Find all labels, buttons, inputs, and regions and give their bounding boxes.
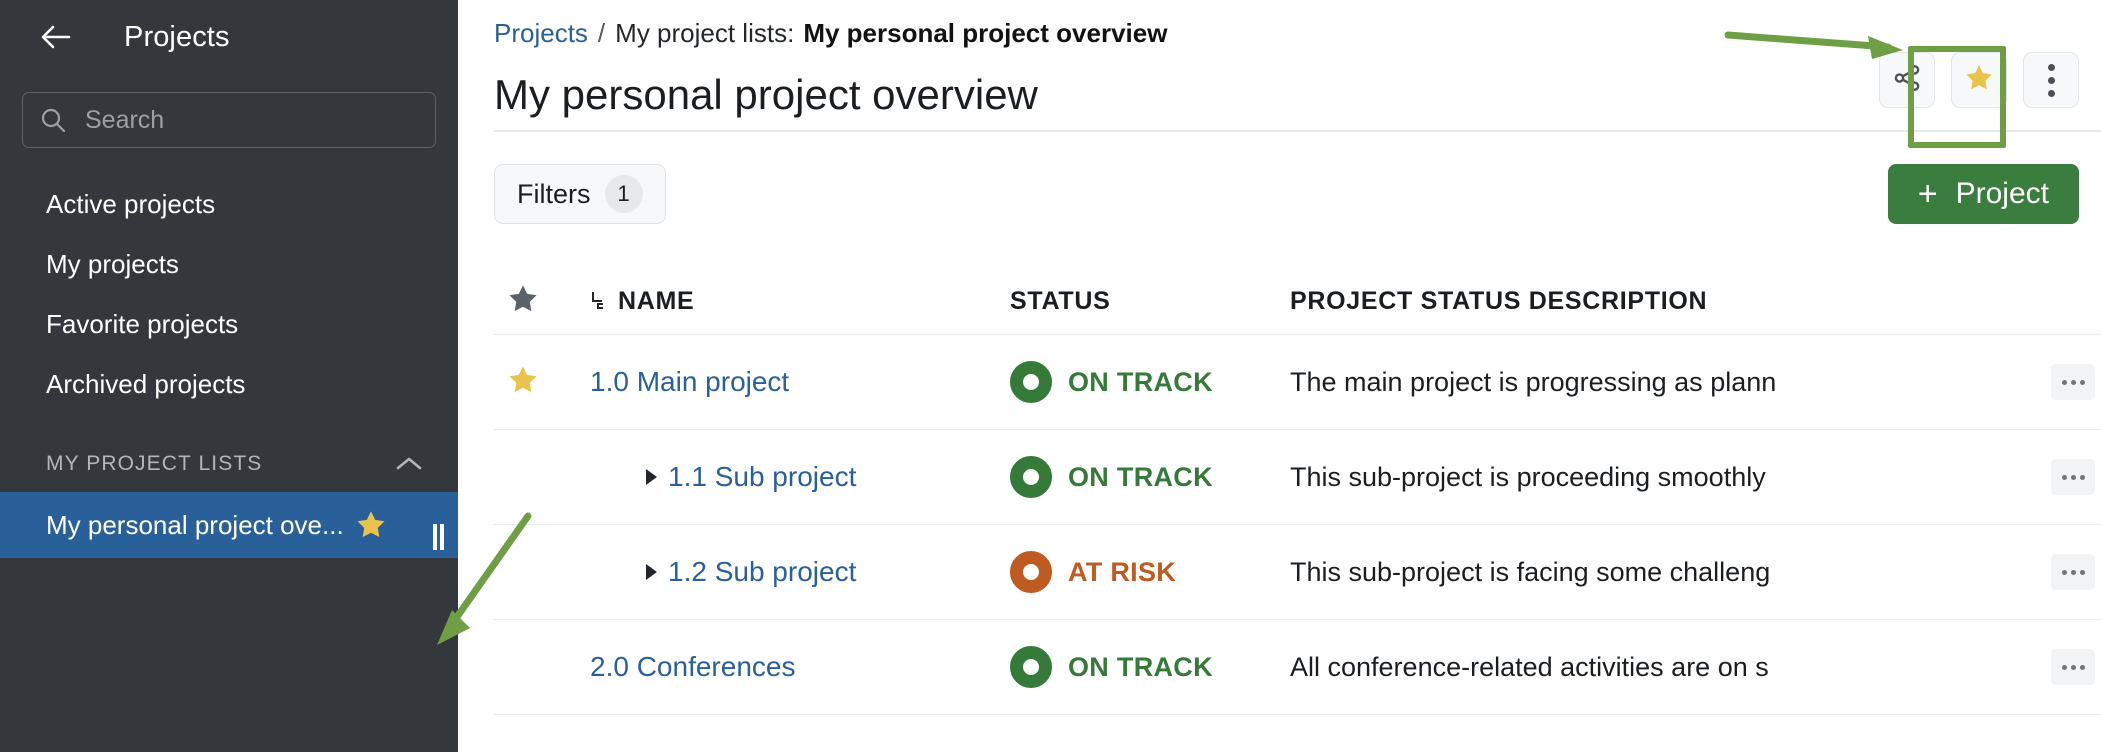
row-status-cell: ON TRACK	[1010, 646, 1290, 688]
row-description-cell: This sub-project is proceeding smoothly	[1290, 459, 2101, 495]
row-status-cell: ON TRACK	[1010, 361, 1290, 403]
toolbar: Filters 1 + Project	[494, 148, 2079, 240]
status-badge: ON TRACK	[1068, 652, 1213, 683]
sidebar-list-item-label: My personal project ove...	[46, 510, 344, 541]
column-header-name[interactable]: NAME	[590, 287, 1010, 316]
ellipsis-icon[interactable]	[2051, 459, 2095, 495]
back-arrow-icon[interactable]	[34, 15, 78, 59]
hierarchy-sort-icon	[590, 290, 606, 312]
main-content: Projects / My project lists: My personal…	[458, 0, 2101, 752]
sidebar-search-wrapper	[0, 74, 458, 148]
sidebar-item-my-projects[interactable]: My projects	[0, 234, 458, 294]
plus-icon: +	[1918, 177, 1938, 211]
sidebar-nav: Active projects My projects Favorite pro…	[0, 174, 458, 414]
column-header-favorite[interactable]	[494, 282, 590, 321]
status-donut-icon	[1010, 551, 1052, 593]
add-project-button[interactable]: + Project	[1888, 164, 2079, 224]
star-icon	[506, 282, 540, 321]
sidebar: Projects Active projects My projects	[0, 0, 458, 752]
table-row[interactable]: 1.0 Main project ON TRACK The main proje…	[494, 335, 2101, 430]
row-description-cell: The main project is progressing as plann	[1290, 364, 2101, 400]
projects-table: NAME STATUS PROJECT STATUS DESCRIPTION	[494, 268, 2101, 715]
ellipsis-icon[interactable]	[2051, 554, 2095, 590]
breadcrumb-root-link[interactable]: Projects	[494, 18, 588, 49]
sidebar-item-label: Archived projects	[46, 369, 245, 400]
sidebar-title: Projects	[124, 21, 230, 54]
ellipsis-icon[interactable]	[2051, 649, 2095, 685]
star-icon	[1963, 62, 1995, 99]
search-box[interactable]	[22, 92, 436, 148]
sidebar-header: Projects	[0, 0, 458, 74]
status-donut-icon	[1010, 361, 1052, 403]
search-input[interactable]	[85, 106, 419, 135]
ellipsis-icon[interactable]	[2051, 364, 2095, 400]
status-donut-icon	[1010, 646, 1052, 688]
status-donut-icon	[1010, 456, 1052, 498]
sidebar-item-label: Favorite projects	[46, 309, 238, 340]
table-header-row: NAME STATUS PROJECT STATUS DESCRIPTION	[494, 268, 2101, 335]
breadcrumb-middle: My project lists:	[615, 18, 794, 49]
add-project-label: Project	[1956, 177, 2049, 211]
status-description: This sub-project is proceeding smoothly	[1290, 462, 2039, 493]
kebab-menu-icon	[2048, 64, 2055, 97]
column-header-name-label: NAME	[618, 287, 694, 316]
status-badge: AT RISK	[1068, 557, 1176, 588]
row-description-cell: This sub-project is facing some challeng	[1290, 554, 2101, 590]
star-icon	[506, 363, 540, 402]
project-link[interactable]: 1.0 Main project	[590, 366, 789, 398]
row-status-cell: AT RISK	[1010, 551, 1290, 593]
column-header-status-label: STATUS	[1010, 287, 1111, 316]
filters-count-badge: 1	[605, 175, 643, 213]
table-row[interactable]: 1.1 Sub project ON TRACK This sub-projec…	[494, 430, 2101, 525]
app-root: Projects Active projects My projects	[0, 0, 2101, 752]
header-divider	[494, 130, 2101, 132]
row-name-cell: 2.0 Conferences	[590, 651, 1010, 683]
row-favorite-toggle[interactable]	[494, 363, 590, 402]
expand-caret-icon[interactable]	[646, 564, 657, 580]
status-badge: ON TRACK	[1068, 462, 1213, 493]
resize-grip-handle[interactable]	[433, 524, 444, 550]
project-link[interactable]: 1.1 Sub project	[668, 461, 856, 493]
status-description: All conference-related activities are on…	[1290, 652, 2039, 683]
table-row[interactable]: 1.2 Sub project AT RISK This sub-project…	[494, 525, 2101, 620]
sidebar-item-favorite-projects[interactable]: Favorite projects	[0, 294, 458, 354]
sidebar-item-active-projects[interactable]: Active projects	[0, 174, 458, 234]
share-button[interactable]	[1879, 52, 1935, 108]
status-description: The main project is progressing as plann	[1290, 367, 2039, 398]
favorite-button[interactable]	[1951, 52, 2007, 108]
row-name-cell: 1.0 Main project	[590, 366, 1010, 398]
star-icon[interactable]	[354, 508, 388, 542]
column-header-description-label: PROJECT STATUS DESCRIPTION	[1290, 287, 1707, 316]
filters-label: Filters	[517, 179, 591, 210]
project-link[interactable]: 2.0 Conferences	[590, 651, 795, 683]
row-status-cell: ON TRACK	[1010, 456, 1290, 498]
status-badge: ON TRACK	[1068, 367, 1213, 398]
sidebar-group-my-project-lists[interactable]: MY PROJECT LISTS	[0, 436, 458, 492]
project-link[interactable]: 1.2 Sub project	[668, 556, 856, 588]
more-options-button[interactable]	[2023, 52, 2079, 108]
breadcrumb-current: My personal project overview	[803, 18, 1167, 49]
sidebar-item-my-personal-project-overview[interactable]: My personal project ove...	[0, 492, 458, 558]
header-actions	[1879, 52, 2079, 108]
row-name-cell: 1.2 Sub project	[590, 556, 1010, 588]
expand-caret-icon[interactable]	[646, 469, 657, 485]
status-description: This sub-project is facing some challeng	[1290, 557, 2039, 588]
sidebar-item-label: Active projects	[46, 189, 215, 220]
breadcrumb: Projects / My project lists: My personal…	[458, 0, 2101, 49]
sidebar-group-label: MY PROJECT LISTS	[46, 452, 262, 476]
share-icon	[1892, 63, 1922, 98]
column-header-status[interactable]: STATUS	[1010, 287, 1290, 316]
search-icon	[39, 106, 67, 134]
column-header-description[interactable]: PROJECT STATUS DESCRIPTION	[1290, 287, 2101, 316]
filters-button[interactable]: Filters 1	[494, 164, 666, 224]
row-name-cell: 1.1 Sub project	[590, 461, 1010, 493]
sidebar-item-archived-projects[interactable]: Archived projects	[0, 354, 458, 414]
sidebar-item-label: My projects	[46, 249, 179, 280]
table-row[interactable]: 2.0 Conferences ON TRACK All conference-…	[494, 620, 2101, 715]
page-title: My personal project overview	[458, 49, 2101, 119]
row-description-cell: All conference-related activities are on…	[1290, 649, 2101, 685]
breadcrumb-separator: /	[598, 18, 605, 49]
chevron-up-icon[interactable]	[394, 454, 424, 474]
